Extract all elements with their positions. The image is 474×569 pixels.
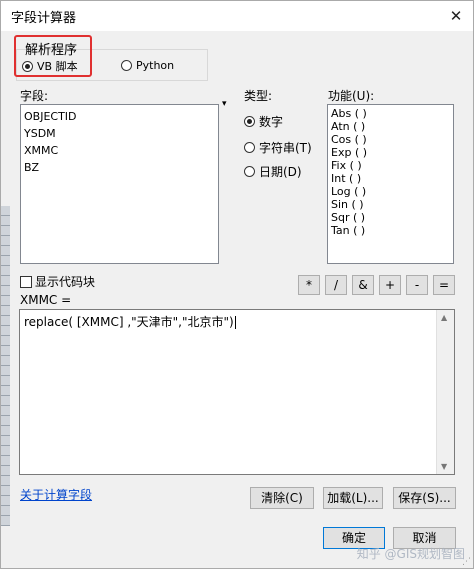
field-item-bz[interactable]: BZ xyxy=(21,161,218,174)
close-icon[interactable]: ✕ xyxy=(445,5,467,27)
operator-multiply-button[interactable]: * xyxy=(298,275,320,295)
radio-unselected-icon xyxy=(121,60,132,71)
type-label: 类型: xyxy=(244,89,273,103)
sort-marker-icon: ▾ xyxy=(222,99,227,109)
operator-equals-button[interactable]: = xyxy=(433,275,455,295)
background-table-strip xyxy=(1,206,10,526)
scroll-up-icon[interactable]: ▲ xyxy=(441,313,447,322)
scroll-down-icon[interactable]: ▼ xyxy=(441,462,447,471)
clear-button[interactable]: 清除(C) xyxy=(250,487,314,509)
type-number-radio[interactable]: 数字 xyxy=(244,113,283,130)
function-item-cos[interactable]: Cos ( ) xyxy=(328,133,453,146)
radio-selected-icon xyxy=(244,116,255,127)
fields-listbox[interactable]: OBJECTID YSDM XMMC BZ xyxy=(20,104,219,264)
function-item-fix[interactable]: Fix ( ) xyxy=(328,159,453,172)
watermark: 知乎 @GIS规划智图 xyxy=(356,547,465,561)
save-button[interactable]: 保存(S)... xyxy=(393,487,456,509)
operator-divide-button[interactable]: / xyxy=(325,275,347,295)
functions-listbox[interactable]: Abs ( ) Atn ( ) Cos ( ) Exp ( ) Fix ( ) … xyxy=(327,104,454,264)
function-item-exp[interactable]: Exp ( ) xyxy=(328,146,453,159)
checkbox-unchecked-icon xyxy=(20,275,32,288)
field-item-objectid[interactable]: OBJECTID xyxy=(21,110,218,123)
window-title: 字段计算器 xyxy=(11,11,77,26)
expression-scrollbar[interactable]: ▲ ▼ xyxy=(436,310,454,474)
type-date-label: 日期(D) xyxy=(259,165,302,179)
expression-text-line: replace( [XMMC] ,"天津市","北京市") xyxy=(24,313,236,330)
operator-plus-button[interactable]: + xyxy=(379,275,401,295)
type-string-radio[interactable]: 字符串(T) xyxy=(244,139,312,156)
field-item-xmmc[interactable]: XMMC xyxy=(21,144,218,157)
text-caret xyxy=(234,316,236,329)
show-codeblock-checkbox[interactable]: 显示代码块 xyxy=(20,273,95,290)
highlight-annotation-box xyxy=(14,35,92,77)
radio-unselected-icon xyxy=(244,142,255,153)
function-item-sqr[interactable]: Sqr ( ) xyxy=(328,211,453,224)
expression-text: replace( [XMMC] ,"天津市","北京市") xyxy=(24,315,234,329)
expression-textarea[interactable]: replace( [XMMC] ,"天津市","北京市") ▲ ▼ xyxy=(19,309,455,475)
field-item-ysdm[interactable]: YSDM xyxy=(21,127,218,140)
radio-unselected-icon xyxy=(244,166,255,177)
about-calculate-field-link[interactable]: 关于计算字段 xyxy=(20,486,92,503)
function-item-int[interactable]: Int ( ) xyxy=(328,172,453,185)
resize-grip-icon[interactable]: ⋰ xyxy=(462,557,472,567)
type-string-label: 字符串(T) xyxy=(259,141,312,155)
operator-minus-button[interactable]: - xyxy=(406,275,428,295)
function-item-abs[interactable]: Abs ( ) xyxy=(328,107,453,120)
type-number-label: 数字 xyxy=(259,115,284,129)
type-date-radio[interactable]: 日期(D) xyxy=(244,163,302,180)
function-item-sin[interactable]: Sin ( ) xyxy=(328,198,453,211)
operator-concat-button[interactable]: & xyxy=(352,275,374,295)
show-codeblock-label: 显示代码块 xyxy=(35,275,96,289)
title-bar: 字段计算器 ✕ xyxy=(1,1,473,31)
function-item-tan[interactable]: Tan ( ) xyxy=(328,224,453,237)
function-item-log[interactable]: Log ( ) xyxy=(328,185,453,198)
field-calculator-dialog: 字段计算器 ✕ 解析程序 VB 脚本 Python 字段: OBJECTID Y… xyxy=(0,0,474,569)
function-item-atn[interactable]: Atn ( ) xyxy=(328,120,453,133)
load-button[interactable]: 加载(L)... xyxy=(323,487,383,509)
functions-label: 功能(U): xyxy=(328,89,375,103)
parser-python-label: Python xyxy=(136,59,175,72)
expression-target-label: XMMC = xyxy=(20,293,72,307)
fields-label: 字段: xyxy=(20,89,49,103)
parser-python-radio[interactable]: Python xyxy=(121,59,174,72)
